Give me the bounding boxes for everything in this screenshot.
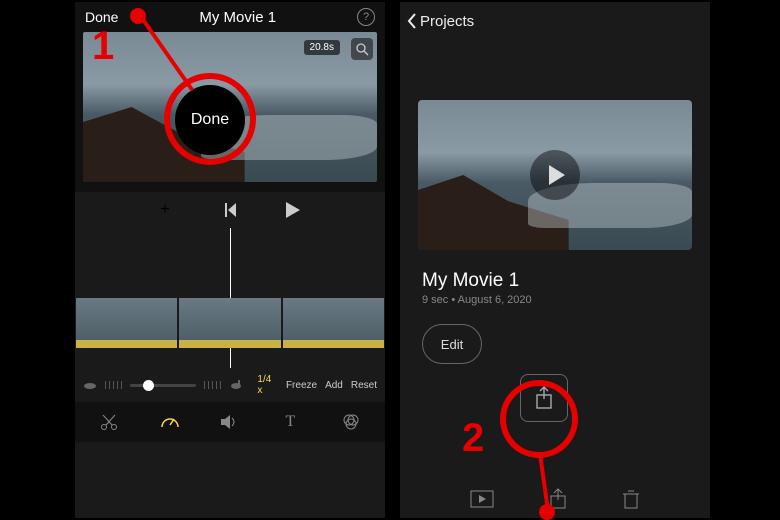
rabbit-icon[interactable] xyxy=(229,380,243,390)
slider-thumb[interactable] xyxy=(143,380,154,391)
add-media-button[interactable]: + xyxy=(160,201,169,219)
play-icon[interactable] xyxy=(286,202,300,218)
reset-button[interactable]: Reset xyxy=(351,380,377,391)
editor-toolbar: T xyxy=(75,402,385,442)
project-detail-screen: Projects My Movie 1 9 sec • August 6, 20… xyxy=(400,2,710,518)
back-label: Projects xyxy=(420,13,474,30)
add-button[interactable]: Add xyxy=(325,380,343,391)
bottom-toolbar xyxy=(400,488,710,510)
scissors-icon[interactable] xyxy=(95,410,123,434)
speed-controls: 1/4 x Freeze Add Reset xyxy=(75,368,385,402)
editor-header: Done My Movie 1 ? xyxy=(75,2,385,32)
zoom-icon[interactable] xyxy=(351,38,373,60)
share-button[interactable] xyxy=(520,374,568,422)
filters-icon[interactable] xyxy=(337,410,365,434)
skip-back-icon[interactable] xyxy=(220,203,236,217)
timecode-badge: 20.8s xyxy=(304,40,340,55)
timeline[interactable] xyxy=(75,228,385,368)
timeline-clip[interactable] xyxy=(179,298,280,348)
help-icon[interactable]: ? xyxy=(357,8,375,26)
done-popup: Done xyxy=(175,85,245,155)
transport-controls: + xyxy=(75,192,385,228)
annotation-number-2: 2 xyxy=(462,416,484,461)
play-fullscreen-icon[interactable] xyxy=(470,490,494,508)
speedometer-icon[interactable] xyxy=(156,410,184,434)
project-name: My Movie 1 xyxy=(422,270,710,292)
turtle-icon[interactable] xyxy=(83,380,97,390)
trash-icon[interactable] xyxy=(622,489,640,509)
edit-button[interactable]: Edit xyxy=(422,324,482,364)
speed-rate-label: 1/4 x xyxy=(257,374,278,396)
project-title: My Movie 1 xyxy=(199,9,276,26)
projects-header: Projects xyxy=(400,2,710,40)
text-icon[interactable]: T xyxy=(276,410,304,434)
imovie-editor-screen: Done My Movie 1 ? 20.8s + xyxy=(75,2,385,518)
volume-icon[interactable] xyxy=(216,410,244,434)
timeline-clip[interactable] xyxy=(283,298,384,348)
done-button[interactable]: Done xyxy=(85,9,118,25)
annotation-number-1: 1 xyxy=(92,24,114,69)
back-button[interactable]: Projects xyxy=(406,12,474,30)
freeze-button[interactable]: Freeze xyxy=(286,380,317,391)
annotation-dot-2 xyxy=(539,504,555,520)
clip-track[interactable] xyxy=(75,298,385,348)
speed-slider[interactable] xyxy=(130,384,196,387)
timeline-clip[interactable] xyxy=(76,298,177,348)
play-overlay-icon[interactable] xyxy=(530,150,580,200)
project-metadata: 9 sec • August 6, 2020 xyxy=(422,294,710,306)
project-thumbnail[interactable] xyxy=(418,100,692,250)
